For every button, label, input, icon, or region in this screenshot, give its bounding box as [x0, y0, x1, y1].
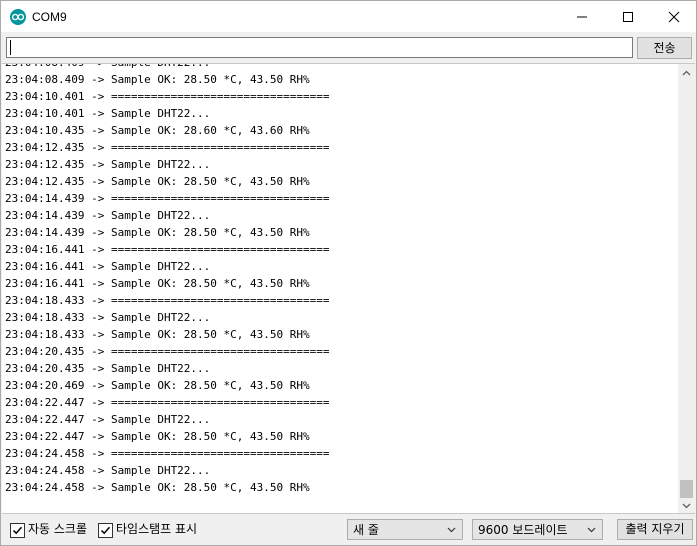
timestamp-label: 타임스탬프 표시 [116, 522, 198, 536]
clear-output-button[interactable]: 출력 지우기 [617, 519, 693, 540]
log-line: 23:04:16.441 -> Sample DHT22... [5, 260, 211, 273]
maximize-icon [623, 12, 633, 22]
log-line: 23:04:20.435 -> Sample DHT22... [5, 362, 211, 375]
log-line: 23:04:22.447 -> Sample OK: 28.50 *C, 43.… [5, 430, 310, 443]
log-line: 23:04:16.441 -> ========================… [5, 243, 330, 256]
log-line: 23:04:18.433 -> Sample OK: 28.50 *C, 43.… [5, 328, 310, 341]
close-button[interactable] [651, 1, 697, 32]
close-icon [668, 11, 680, 23]
log-line: 23:04:10.401 -> ========================… [5, 90, 330, 103]
send-input[interactable] [6, 37, 633, 58]
checkmark-icon [100, 526, 111, 535]
log-line: 23:04:22.447 -> ========================… [5, 396, 330, 409]
serial-monitor-window: COM9 전송 23:04:08.409 -> Sample DHT22...2… [0, 0, 697, 546]
log-line: 23:04:24.458 -> Sample DHT22... [5, 464, 211, 477]
log-line: 23:04:14.439 -> ========================… [5, 192, 330, 205]
timestamp-checkbox[interactable] [98, 523, 113, 538]
arduino-logo-icon [10, 9, 26, 25]
title-bar[interactable]: COM9 [1, 1, 696, 32]
output-log: 23:04:08.409 -> Sample DHT22... 23:04:08.… [5, 64, 675, 496]
line-ending-select[interactable]: 새 줄 [347, 519, 463, 540]
text-caret [10, 40, 11, 55]
log-line: 23:04:10.435 -> Sample OK: 28.60 *C, 43.… [5, 124, 310, 137]
log-line: 23:04:22.447 -> Sample DHT22... [5, 413, 211, 426]
baud-rate-select[interactable]: 9600 보드레이트 [472, 519, 603, 540]
log-line: 23:04:12.435 -> Sample OK: 28.50 *C, 43.… [5, 175, 310, 188]
log-line: 23:04:18.433 -> ========================… [5, 294, 330, 307]
maximize-button[interactable] [605, 1, 651, 32]
scroll-up-button[interactable] [678, 66, 695, 80]
log-line: 23:04:18.433 -> Sample DHT22... [5, 311, 211, 324]
log-line: 23:04:24.458 -> ========================… [5, 447, 330, 460]
log-line: 23:04:12.435 -> Sample DHT22... [5, 158, 211, 171]
serial-output[interactable]: 23:04:08.409 -> Sample DHT22... 23:04:08.… [2, 63, 695, 514]
scroll-thumb[interactable] [680, 480, 693, 498]
baud-rate-value: 9600 보드레이트 [478, 523, 568, 537]
line-ending-value: 새 줄 [353, 523, 379, 537]
autoscroll-checkbox[interactable] [10, 523, 25, 538]
log-line: 23:04:20.435 -> ========================… [5, 345, 330, 358]
log-line: 23:04:08.409 -> Sample DHT22... [5, 64, 675, 71]
chevron-down-icon [587, 527, 596, 533]
log-line: 23:04:12.435 -> ========================… [5, 141, 330, 154]
vertical-scrollbar[interactable] [678, 64, 695, 513]
log-line: 23:04:10.401 -> Sample DHT22... [5, 107, 211, 120]
log-line: 23:04:14.439 -> Sample DHT22... [5, 209, 211, 222]
chevron-down-icon [682, 503, 691, 509]
log-line: 23:04:24.458 -> Sample OK: 28.50 *C, 43.… [5, 481, 310, 494]
checkmark-icon [12, 526, 23, 535]
log-line: 23:04:14.439 -> Sample OK: 28.50 *C, 43.… [5, 226, 310, 239]
minimize-icon [577, 16, 587, 18]
log-line: 23:04:20.469 -> Sample OK: 28.50 *C, 43.… [5, 379, 310, 392]
scroll-down-button[interactable] [678, 499, 695, 513]
autoscroll-label: 자동 스크롤 [28, 522, 88, 536]
send-button[interactable]: 전송 [637, 37, 692, 59]
minimize-button[interactable] [559, 1, 605, 32]
window-title: COM9 [32, 10, 67, 24]
chevron-up-icon [682, 70, 691, 76]
log-line: 23:04:08.409 -> Sample OK: 28.50 *C, 43.… [5, 73, 310, 86]
chevron-down-icon [447, 527, 456, 533]
log-line: 23:04:16.441 -> Sample OK: 28.50 *C, 43.… [5, 277, 310, 290]
